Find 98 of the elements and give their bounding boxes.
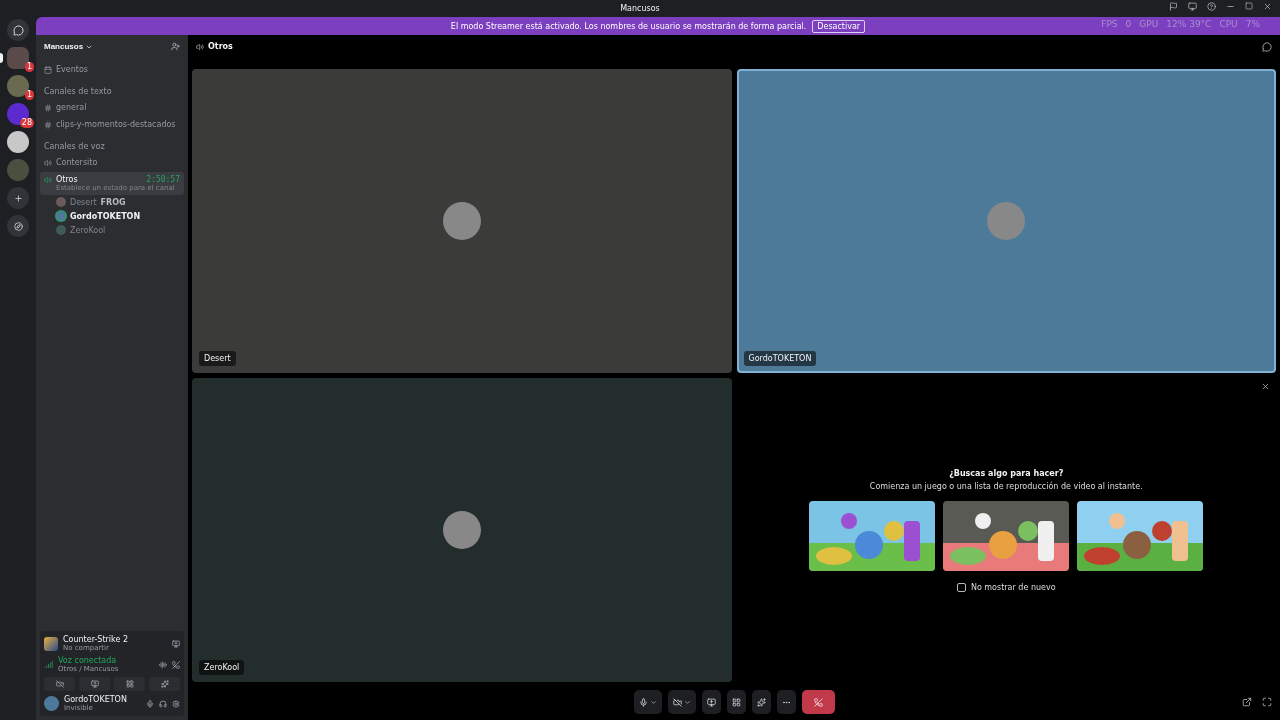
checkbox-label: No mostrar de nuevo (970, 582, 1056, 592)
hang-up-button[interactable] (801, 690, 835, 714)
channel-title: Otros (208, 42, 233, 51)
flag-icon[interactable] (1169, 2, 1178, 11)
voice-channel[interactable]: Contersito (40, 155, 184, 170)
popout-button[interactable] (1242, 697, 1252, 707)
avatar (442, 202, 481, 240)
screen-share-button[interactable] (79, 677, 110, 691)
compass-icon (13, 221, 23, 231)
text-channel[interactable]: clips-y-momentos-destacados (56, 120, 180, 129)
member-name[interactable]: ZeroKool (70, 225, 106, 235)
screen-share-icon (90, 680, 99, 688)
chat-button[interactable] (1262, 41, 1272, 52)
participant-name: ZeroKool (199, 660, 245, 675)
category-header[interactable]: Canales de texto (44, 87, 184, 96)
hash-icon (44, 103, 52, 112)
speaker-icon (44, 158, 52, 167)
member-tag: FROG (100, 197, 126, 207)
server-menu-button[interactable]: Mancusos (44, 42, 94, 51)
maximize-icon[interactable] (1245, 2, 1253, 10)
soundboard-button[interactable] (751, 690, 771, 714)
member-name[interactable]: Desert (70, 197, 97, 207)
avatar (442, 511, 481, 549)
member-name[interactable]: GordoTOKETON (70, 211, 141, 221)
phone-icon (813, 697, 823, 707)
cpu-value: 7% (1245, 19, 1260, 29)
fps-value: 0 (1125, 19, 1132, 29)
mic-button[interactable] (146, 699, 154, 708)
camera-off-icon (55, 680, 64, 688)
username: GordoTOKETON (64, 695, 128, 704)
help-icon[interactable] (1207, 2, 1216, 11)
fps-label: FPS (1101, 19, 1118, 29)
checkbox[interactable] (956, 582, 966, 592)
close-button[interactable] (1261, 382, 1270, 391)
camera-button[interactable] (44, 677, 75, 691)
hash-icon (44, 120, 52, 129)
speaker-icon (44, 175, 52, 184)
fullscreen-button[interactable] (1262, 697, 1272, 707)
selection-pip (0, 53, 3, 63)
video-tile[interactable]: ZeroKool (192, 378, 732, 682)
headphones-button[interactable] (159, 699, 167, 708)
discover-button[interactable] (7, 215, 29, 237)
close-icon[interactable] (1263, 2, 1272, 11)
chevron-icon (683, 698, 691, 706)
user-avatar[interactable] (44, 696, 59, 711)
deactivate-button[interactable]: Desactivar (812, 19, 866, 33)
grid-icon (731, 697, 741, 707)
speaker-icon (196, 42, 204, 51)
monitor-icon[interactable] (1188, 2, 1197, 11)
camera-off-icon (672, 697, 682, 707)
sparkle-icon (756, 697, 766, 707)
gpu-label: GPU (1139, 19, 1159, 29)
home-button[interactable] (7, 19, 29, 41)
text-channel[interactable]: general (56, 103, 180, 112)
plus-icon (13, 193, 23, 203)
call-timer: 2:50:57 (146, 175, 180, 184)
calendar-icon (44, 65, 52, 74)
video-tile[interactable]: GordoTOKETON (736, 69, 1276, 373)
activities-button[interactable] (114, 677, 145, 691)
soundboard-button[interactable] (149, 677, 180, 691)
events-link[interactable]: Eventos (56, 65, 180, 74)
cpu-label: CPU (1219, 19, 1238, 29)
noise-button[interactable] (159, 660, 167, 669)
disconnect-button[interactable] (172, 660, 180, 669)
channel-name: Otros (56, 175, 79, 184)
voice-status: Voz conectada (58, 656, 118, 665)
channel-name: Contersito (56, 158, 99, 167)
logo-icon (12, 24, 24, 36)
add-server-button[interactable] (7, 187, 29, 209)
unread-badge: 1 (24, 90, 34, 100)
mic-icon (638, 697, 648, 707)
screen-share-icon (706, 697, 716, 707)
participant-name: Desert (199, 351, 236, 366)
gpu-value: 12% 39°C (1166, 19, 1212, 29)
invite-button[interactable] (171, 42, 180, 51)
unread-badge: 28 (19, 118, 34, 128)
grid-icon (125, 680, 134, 688)
activities-button[interactable] (726, 690, 746, 714)
avatar (987, 202, 1026, 240)
game-title: Counter-Strike 2 (63, 635, 129, 644)
activity-subtitle: Comienza un juego o una lista de reproducción de video al instante. (869, 481, 1143, 491)
banner-text: El modo Streamer está activado. Los nombres de usuario se mostrarán de forma parcial. (450, 21, 807, 31)
server-icon[interactable] (7, 131, 29, 153)
window-title: Mancusos (620, 4, 660, 13)
unread-badge: 1 (24, 62, 34, 72)
game-icon (44, 636, 58, 651)
camera-button[interactable] (667, 690, 696, 714)
signal-icon (44, 660, 53, 669)
category-header[interactable]: Canales de voz (44, 142, 184, 151)
activity-title: ¿Buscas algo para hacer? (949, 468, 1064, 478)
settings-button[interactable] (172, 699, 180, 708)
screen-share-button[interactable] (701, 690, 721, 714)
sparkle-icon (160, 680, 169, 688)
stream-button[interactable] (172, 639, 180, 648)
chevron-icon (649, 698, 657, 706)
video-tile[interactable]: Desert (192, 69, 732, 373)
participant-name: GordoTOKETON (743, 351, 817, 366)
mic-button[interactable] (633, 690, 662, 714)
